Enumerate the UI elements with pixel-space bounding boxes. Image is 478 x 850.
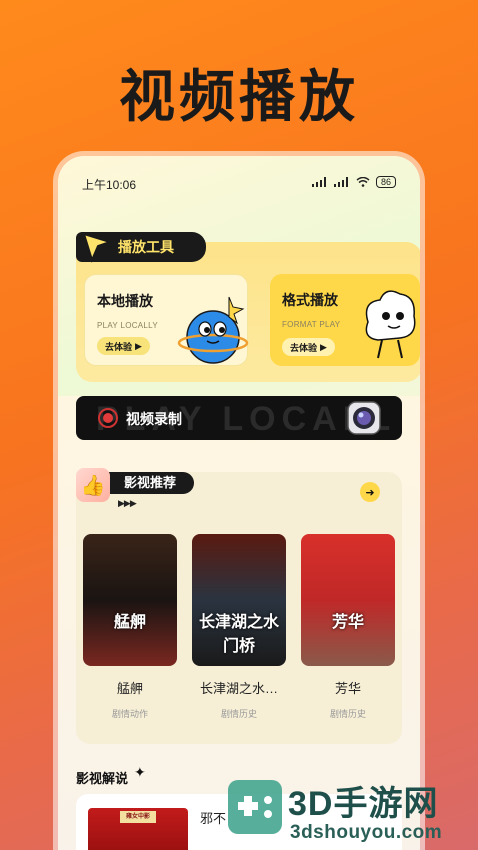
local-play-try-label: 去体验 <box>105 341 133 352</box>
movie-poster[interactable]: 长津湖之水门桥 <box>192 534 286 666</box>
movie-item[interactable]: 艋舺 艋舺 剧情动作 <box>82 534 178 720</box>
tools-section-label-text: 播放工具 <box>118 239 174 255</box>
movie-genre: 剧情历史 <box>220 709 257 719</box>
video-record-bar[interactable]: PLAY LOCALL 视频录制 <box>76 396 402 440</box>
movie-name: 芳华 <box>334 681 361 696</box>
record-label: 视频录制 <box>126 411 182 427</box>
tools-section-label: 播放工具 <box>76 232 206 263</box>
site-watermark: 3D手游网 3dshouyou.com <box>218 770 478 850</box>
movie-poster[interactable]: 芳华 <box>301 534 395 666</box>
movie-name: 长津湖之水… <box>199 681 278 696</box>
recommend-more-button[interactable]: ➜ <box>360 482 380 502</box>
movie-item[interactable]: 芳华 芳华 剧情历史 <box>300 534 396 720</box>
movie-name: 艋舺 <box>116 681 143 696</box>
local-play-card[interactable]: 本地播放 PLAY LOCALLY 去体验 ▶ <box>84 274 249 366</box>
movie-poster[interactable]: 艋舺 <box>83 534 177 666</box>
movie-poster-title: 长津湖之水门桥 <box>198 614 279 655</box>
status-time: 上午10:06 <box>82 178 137 192</box>
camera-lens-icon <box>347 401 381 435</box>
phone-frame: 上午10:06 86 播放工具 本地播放 PLAY LOCALLY 去体验 ▶ <box>58 156 420 850</box>
commentary-thumb-label: 雍女中影 <box>120 811 156 823</box>
format-play-try-button[interactable]: 去体验 ▶ <box>282 338 335 356</box>
record-dot-icon <box>98 408 118 428</box>
commentary-section-label: 影视解说 <box>76 771 129 786</box>
local-play-try-button[interactable]: 去体验 ▶ <box>97 337 150 355</box>
movie-poster-title: 艋舺 <box>113 614 146 631</box>
movie-genre: 剧情动作 <box>111 709 148 719</box>
planet-mascot-icon <box>177 296 249 364</box>
cloud-mascot-icon <box>365 290 416 359</box>
gamepad-logo-icon <box>228 780 282 834</box>
format-play-try-label: 去体验 <box>290 342 318 353</box>
promo-title: 视频播放 <box>119 65 359 130</box>
triple-arrow-icon: ▶▶▶ <box>118 498 137 508</box>
status-bar: 上午10:06 86 <box>82 176 396 192</box>
watermark-main-text: 3D手游网 <box>288 785 439 823</box>
sparkle-icon: ✦ <box>134 764 146 780</box>
battery-indicator: 86 <box>375 176 396 188</box>
thumbs-up-icon: 👍 <box>76 468 110 502</box>
play-triangle-icon: ▶ <box>320 341 327 352</box>
movie-genre: 剧情历史 <box>329 709 366 719</box>
movie-item[interactable]: 长津湖之水门桥长津湖之水… 剧情历史 <box>191 534 287 720</box>
movie-poster-title: 芳华 <box>331 614 364 631</box>
play-flag-icon <box>82 232 114 263</box>
play-triangle-icon: ▶ <box>135 340 142 351</box>
format-play-card[interactable]: 格式播放 FORMAT PLAY 去体验 ▶ <box>270 274 420 366</box>
status-icons: 86 <box>311 176 396 188</box>
signal-icon-2 <box>333 177 348 187</box>
wifi-icon <box>356 177 370 187</box>
signal-icon <box>311 177 326 187</box>
movie-list: 艋舺 艋舺 剧情动作 长津湖之水门桥 长津湖之水… 剧情历史 芳华 芳华 剧情历史 <box>82 534 396 720</box>
watermark-sub-text: 3dshouyou.com <box>290 822 443 843</box>
